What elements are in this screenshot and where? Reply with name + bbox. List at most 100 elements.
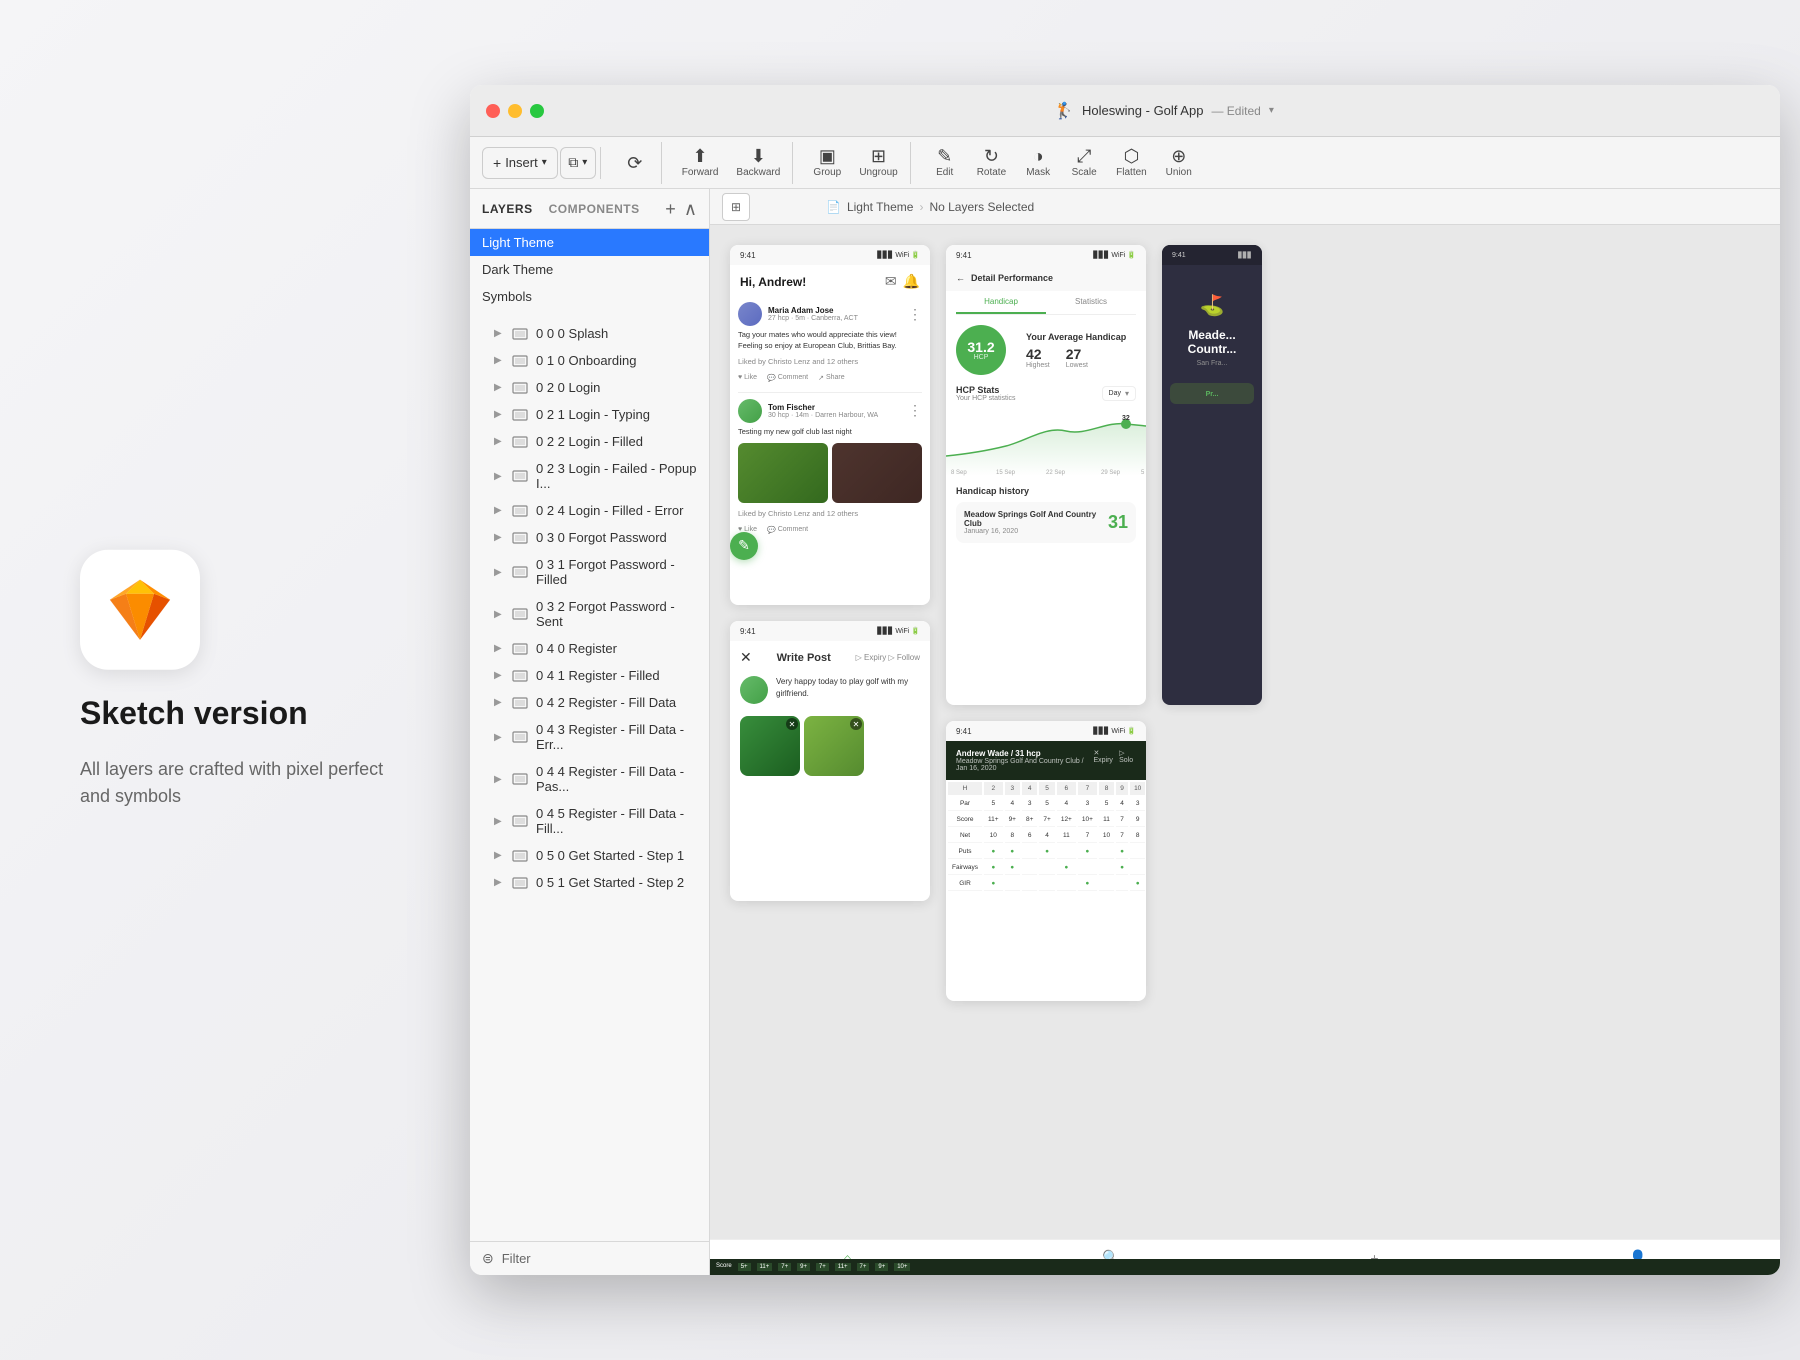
dark-cta: Pr... xyxy=(1170,383,1254,404)
forward-button[interactable]: ⬆ Forward xyxy=(674,142,727,184)
hcp-low-label: Lowest xyxy=(1066,362,1088,369)
dark-status-bar: 9:41 ▊▊▊ xyxy=(1162,245,1262,265)
layer-item-020[interactable]: ▶ 0 2 0 Login xyxy=(470,374,709,401)
layer-item-044[interactable]: ▶ 0 4 4 Register - Fill Data - Pas... xyxy=(470,758,709,800)
app-window: 🏌️ Holeswing - Golf App — Edited ▾ + Ins… xyxy=(470,85,1780,1275)
post1-actions: ♥Like 💬Comment ↗Share xyxy=(738,374,922,382)
add-page-icon[interactable]: + xyxy=(665,200,676,218)
expand-icon-023: ▶ xyxy=(494,471,506,482)
hcp-chart: 32 8 Sep 15 Sep 22 Sep 29 Sep 5 Oct xyxy=(946,406,1146,476)
scale-icon: ⤢ xyxy=(1077,147,1091,165)
edit-button[interactable]: ✎ Edit xyxy=(923,142,967,184)
wp-img-1-remove[interactable]: ✕ xyxy=(786,718,798,730)
group-button[interactable]: ▣ Group xyxy=(805,142,849,184)
tab-layers[interactable]: LAYERS xyxy=(482,202,533,216)
filter-button[interactable]: ⊜ Filter xyxy=(470,1241,709,1275)
score-row-puts: Puts ● ● ● ● ● xyxy=(948,845,1146,859)
layer-item-043[interactable]: ▶ 0 4 3 Register - Fill Data - Err... xyxy=(470,716,709,758)
layer-item-010[interactable]: ▶ 0 1 0 Onboarding xyxy=(470,347,709,374)
rotate-icon: ↻ xyxy=(984,147,999,165)
layer-item-045[interactable]: ▶ 0 4 5 Register - Fill Data - Fill... xyxy=(470,800,709,842)
post1-user-name: Maria Adam Jose xyxy=(768,306,902,315)
scorecard-table: H 2 3 4 5 6 7 8 9 xyxy=(946,780,1146,893)
feed-header-icons: ✉ 🔔 xyxy=(885,273,920,290)
svg-text:22 Sep: 22 Sep xyxy=(1046,470,1066,476)
feed-time: 9:41 xyxy=(740,251,756,260)
layer-item-023[interactable]: ▶ 0 2 3 Login - Failed - Popup I... xyxy=(470,455,709,497)
hcp-high-label: Highest xyxy=(1026,362,1050,369)
dark-partial-mockup: 9:41 ▊▊▊ ⛳ Meade... Countr... San Fra...… xyxy=(1162,245,1262,705)
score-col-6: 7 xyxy=(1078,782,1097,795)
svg-text:32: 32 xyxy=(1122,415,1130,422)
layer-item-051[interactable]: ▶ 0 5 1 Get Started - Step 2 xyxy=(470,869,709,896)
artboard-icon-031 xyxy=(510,565,530,579)
layer-item-042[interactable]: ▶ 0 4 2 Register - Fill Data xyxy=(470,689,709,716)
write-post-content: ✕ Write Post ▷ Expiry ▷ Follow Very happ… xyxy=(730,641,930,784)
tab-actions: + ∧ xyxy=(665,200,697,218)
perf-time: 9:41 xyxy=(956,251,972,260)
perf-tab-handicap[interactable]: Handicap xyxy=(956,291,1046,314)
day-selector[interactable]: Day ▾ xyxy=(1102,386,1136,401)
union-button[interactable]: ⊕ Union xyxy=(1157,142,1201,184)
flatten-button[interactable]: ⬡ Flatten xyxy=(1108,142,1155,184)
fab-button[interactable]: ✎ xyxy=(730,532,758,560)
grid-view-button[interactable]: ⊞ xyxy=(722,193,750,221)
insert-button[interactable]: + Insert ▾ xyxy=(482,147,558,179)
score-row-par: Par 5435435434 xyxy=(948,797,1146,811)
maximize-button[interactable] xyxy=(530,104,544,118)
app-title: Holeswing - Golf App xyxy=(1082,103,1203,118)
write-post-header: ✕ Write Post ▷ Expiry ▷ Follow xyxy=(740,649,920,666)
artboard-icon-024 xyxy=(510,504,530,518)
scale-button[interactable]: ⤢ Scale xyxy=(1062,142,1106,184)
close-button[interactable] xyxy=(486,104,500,118)
sync-button[interactable]: ⟳ xyxy=(613,142,657,184)
wp-images: ✕ ✕ xyxy=(740,716,920,776)
mask-button[interactable]: ◑ Mask xyxy=(1016,142,1060,184)
canvas-area[interactable]: ⊞ 📄 Light Theme › No Layers Selected xyxy=(710,189,1780,1275)
artboard-icon-040 xyxy=(510,642,530,656)
sidebar-page-dark-theme[interactable]: Dark Theme xyxy=(470,256,709,283)
scorecard-mockup: 9:41 ▊▊▊ WiFi 🔋 Andrew Wade / 31 hcp Mea… xyxy=(946,721,1146,1001)
rotate-button[interactable]: ↻ Rotate xyxy=(969,142,1014,184)
layer-item-024[interactable]: ▶ 0 2 4 Login - Filled - Error xyxy=(470,497,709,524)
page-light-theme-label: Light Theme xyxy=(482,235,697,250)
artboard-icon-030 xyxy=(510,531,530,545)
tab-components[interactable]: COMPONENTS xyxy=(549,202,640,216)
artboard-icon-041 xyxy=(510,669,530,683)
rotate-label: Rotate xyxy=(977,167,1006,178)
left-panel: Sketch version All layers are crafted wi… xyxy=(80,550,400,810)
backward-button[interactable]: ⬇ Backward xyxy=(728,142,788,184)
forward-label: Forward xyxy=(682,167,719,178)
sidebar-page-light-theme[interactable]: Light Theme xyxy=(470,229,709,256)
layer-000-label: 0 0 0 Splash xyxy=(536,326,697,341)
layer-item-050[interactable]: ▶ 0 5 0 Get Started - Step 1 xyxy=(470,842,709,869)
score-row-gir: GIR ● ● xyxy=(948,877,1146,891)
app-icon: 🏌️ xyxy=(1054,101,1074,121)
layer-item-030[interactable]: ▶ 0 3 0 Forgot Password xyxy=(470,524,709,551)
layer-item-022[interactable]: ▶ 0 2 2 Login - Filled xyxy=(470,428,709,455)
layer-item-031[interactable]: ▶ 0 3 1 Forgot Password - Filled xyxy=(470,551,709,593)
layer-item-040[interactable]: ▶ 0 4 0 Register xyxy=(470,635,709,662)
wp-img-2-remove[interactable]: ✕ xyxy=(850,718,862,730)
layer-item-021[interactable]: ▶ 0 2 1 Login - Typing xyxy=(470,401,709,428)
layer-item-041[interactable]: ▶ 0 4 1 Register - Filled xyxy=(470,662,709,689)
score-time: 9:41 xyxy=(956,727,972,736)
sidebar-page-symbols[interactable]: Symbols xyxy=(470,283,709,310)
edit-icon: ✎ xyxy=(937,147,952,165)
layer-item-000[interactable]: ▶ 0 0 0 Splash xyxy=(470,320,709,347)
perf-tab-statistics[interactable]: Statistics xyxy=(1046,291,1136,314)
score-status-bar: 9:41 ▊▊▊ WiFi 🔋 xyxy=(946,721,1146,741)
minimize-button[interactable] xyxy=(508,104,522,118)
perf-header: ← Detail Performance xyxy=(946,265,1146,291)
chevron-down-icon: ▾ xyxy=(542,157,547,168)
ungroup-button[interactable]: ⊞ Ungroup xyxy=(851,142,905,184)
expand-icon-022: ▶ xyxy=(494,436,506,447)
layer-item-032[interactable]: ▶ 0 3 2 Forgot Password - Sent xyxy=(470,593,709,635)
collapse-icon[interactable]: ∧ xyxy=(684,200,697,218)
perf-status-bar: 9:41 ▊▊▊ WiFi 🔋 xyxy=(946,245,1146,265)
post2-img-2 xyxy=(832,443,922,503)
dark-content: ⛳ Meade... Countr... San Fra... Pr... xyxy=(1162,265,1262,412)
layers-button[interactable]: ⧉ ▾ xyxy=(560,147,596,179)
expand-icon-041: ▶ xyxy=(494,670,506,681)
svg-text:5 Oct: 5 Oct xyxy=(1141,470,1146,476)
